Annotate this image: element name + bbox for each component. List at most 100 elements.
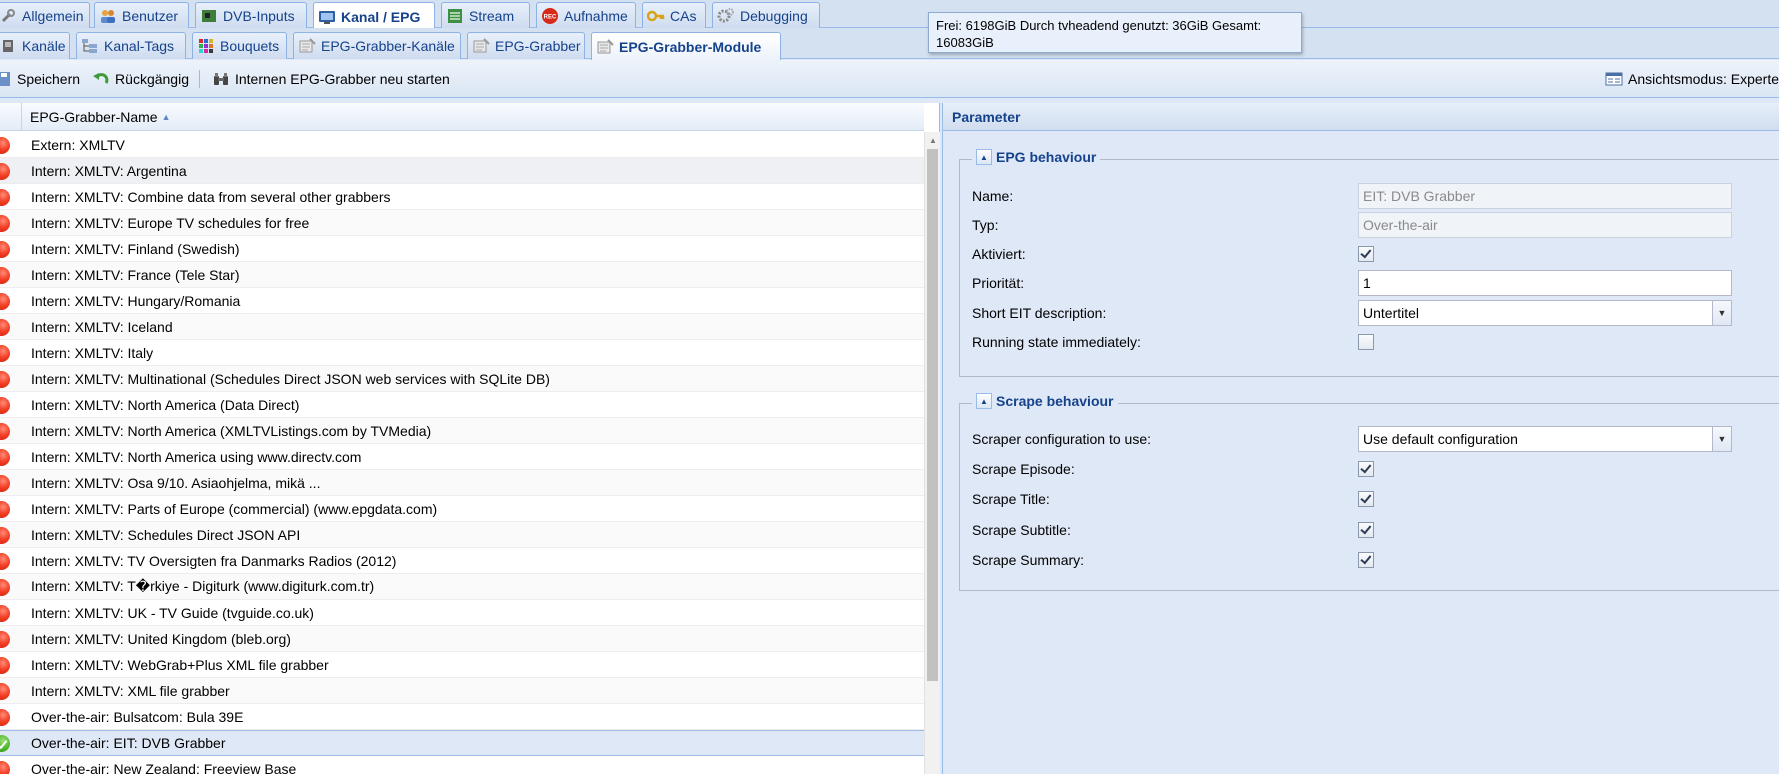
save-icon (0, 70, 12, 88)
table-row[interactable]: Over-the-air: New Zealand: Freeview Base (0, 756, 924, 774)
table-row[interactable]: Intern: XMLTV: North America using www.d… (0, 444, 924, 470)
stream-icon (446, 7, 464, 25)
table-row[interactable]: Intern: XMLTV: Schedules Direct JSON API (0, 522, 924, 548)
view-mode-button[interactable]: Ansichtsmodus: Experte (1605, 66, 1779, 92)
table-row[interactable]: Intern: XMLTV: North America (Data Direc… (0, 392, 924, 418)
scrape-subtitle-checkbox[interactable] (1358, 522, 1374, 538)
table-row[interactable]: Over-the-air: Bulsatcom: Bula 39E (0, 704, 924, 730)
status-cell (0, 210, 22, 236)
status-cell (0, 288, 22, 314)
status-error-icon (0, 396, 10, 414)
tab-stream[interactable]: Stream (441, 2, 530, 28)
type-field[interactable]: Over-the-air (1358, 212, 1732, 238)
status-error-icon (0, 604, 10, 622)
status-error-icon (0, 760, 10, 774)
parameter-panel: Parameter ▲ EPG behaviour Name: EIT: DVB… (942, 103, 1779, 774)
name-field[interactable]: EIT: DVB Grabber (1358, 183, 1732, 209)
tv-icon (318, 8, 336, 26)
tab-epg-grabber-kanaele[interactable]: EPG-Grabber-Kanäle (293, 32, 461, 59)
status-cell (0, 366, 22, 392)
table-row[interactable]: Intern: XMLTV: France (Tele Star) (0, 262, 924, 288)
running-state-checkbox[interactable] (1358, 334, 1374, 350)
chevron-down-icon[interactable]: ▼ (1712, 427, 1731, 451)
table-row[interactable]: Intern: XMLTV: Italy (0, 340, 924, 366)
scrape-summary-checkbox[interactable] (1358, 552, 1374, 568)
tab-label: Bouquets (220, 38, 280, 54)
tab-dvb-inputs[interactable]: DVB-Inputs (195, 2, 307, 28)
grabber-name-cell: Intern: XMLTV: Finland (Swedish) (31, 240, 240, 257)
scraper-config-select[interactable]: Use default configuration ▼ (1358, 426, 1732, 452)
tab-label: EPG-Grabber-Kanäle (321, 38, 455, 54)
tab-allgemein[interactable]: Allgemein (0, 2, 90, 28)
status-error-icon (0, 136, 10, 154)
table-row[interactable]: Intern: XMLTV: T�rkiye - Digiturk (www.d… (0, 574, 924, 600)
tab-cas[interactable]: CAs (642, 2, 706, 28)
grabber-name-cell: Intern: XMLTV: France (Tele Star) (31, 266, 240, 283)
restart-epg-grabber-button[interactable]: Internen EPG-Grabber neu starten (208, 66, 454, 92)
table-row[interactable]: Intern: XMLTV: Hungary/Romania (0, 288, 924, 314)
table-row[interactable]: Intern: XMLTV: Iceland (0, 314, 924, 340)
tab-label: DVB-Inputs (223, 7, 295, 24)
table-row[interactable]: Intern: XMLTV: Finland (Swedish) (0, 236, 924, 262)
tab-debugging[interactable]: Debugging (712, 2, 820, 28)
short-eit-select[interactable]: Untertitel ▼ (1358, 300, 1732, 326)
table-row[interactable]: Intern: XMLTV: Multinational (Schedules … (0, 366, 924, 392)
table-row[interactable]: Intern: XMLTV: Europe TV schedules for f… (0, 210, 924, 236)
grid-body: Extern: XMLTV Intern: XMLTV: Argentina Int… (0, 132, 924, 774)
grid-scrollbar[interactable]: ▲ (924, 132, 940, 774)
undo-icon (92, 70, 110, 88)
table-row[interactable]: Over-the-air: EIT: DVB Grabber (0, 730, 924, 756)
scrape-episode-checkbox[interactable] (1358, 461, 1374, 477)
table-row[interactable]: Intern: XMLTV: North America (XMLTVListi… (0, 418, 924, 444)
chevron-down-icon[interactable]: ▼ (1712, 301, 1731, 325)
scrollbar-thumb[interactable] (927, 149, 938, 681)
priority-field[interactable]: 1 (1358, 270, 1732, 296)
table-row[interactable]: Intern: XMLTV: Parts of Europe (commerci… (0, 496, 924, 522)
tab-aufnahme[interactable]: REC Aufnahme (536, 2, 636, 28)
running-state-row: Running state immediately: (972, 329, 1762, 355)
status-cell (0, 678, 22, 704)
tab-epg-grabber[interactable]: EPG-Grabber (467, 32, 585, 59)
tab-kanaele[interactable]: Kanäle (0, 32, 70, 59)
collapse-icon[interactable]: ▲ (976, 393, 992, 409)
table-row[interactable]: Intern: XMLTV: Combine data from several… (0, 184, 924, 210)
scrape-summary-label: Scrape Summary: (972, 552, 1085, 568)
tab-label: EPG-Grabber (495, 38, 581, 54)
tab-bouquets[interactable]: Bouquets (192, 32, 287, 59)
tab-epg-grabber-module[interactable]: EPG-Grabber-Module (591, 32, 781, 60)
undo-button[interactable]: Rückgängig (88, 66, 193, 92)
tab-kanal-tags[interactable]: Kanal-Tags (76, 32, 186, 59)
table-row[interactable]: Intern: XMLTV: Argentina (0, 158, 924, 184)
status-error-icon (0, 214, 10, 232)
grabber-name-cell: Over-the-air: EIT: DVB Grabber (31, 735, 226, 751)
type-row: Typ: Over-the-air (972, 212, 1762, 238)
collapse-icon[interactable]: ▲ (976, 149, 992, 165)
view-mode-label: Ansichtsmodus: Experte (1628, 71, 1779, 87)
grabber-name-cell: Intern: XMLTV: XML file grabber (31, 682, 230, 699)
status-error-icon (0, 682, 10, 700)
status-error-icon (0, 656, 10, 674)
grabber-name-cell: Over-the-air: New Zealand: Freeview Base (31, 760, 297, 774)
toolbar: Speichern Rückgängig Internen EPG-Grabbe… (0, 60, 1779, 98)
save-button[interactable]: Speichern (0, 66, 84, 92)
table-row[interactable]: Intern: XMLTV: United Kingdom (bleb.org) (0, 626, 924, 652)
table-row[interactable]: Intern: XMLTV: WebGrab+Plus XML file gra… (0, 652, 924, 678)
scroll-up-icon[interactable]: ▲ (925, 132, 941, 148)
status-column-header[interactable] (0, 103, 22, 131)
status-error-icon (0, 318, 10, 336)
enabled-checkbox[interactable] (1358, 246, 1374, 262)
table-row[interactable]: Extern: XMLTV (0, 132, 924, 158)
status-error-icon (0, 474, 10, 492)
tab-label: Aufnahme (564, 7, 628, 24)
scrape-title-checkbox[interactable] (1358, 491, 1374, 507)
column-header-epg-grabber-name[interactable]: EPG-Grabber-Name ▲ (22, 103, 171, 131)
table-row[interactable]: Intern: XMLTV: XML file grabber (0, 678, 924, 704)
grabber-name-cell: Intern: XMLTV: Italy (31, 344, 154, 361)
grabber-name-cell: Intern: XMLTV: United Kingdom (bleb.org) (31, 630, 291, 647)
tab-benutzer[interactable]: Benutzer (94, 2, 189, 28)
table-row[interactable]: Intern: XMLTV: Osa 9/10. Asiaohjelma, mi… (0, 470, 924, 496)
tab-label: Benutzer (122, 7, 179, 24)
table-row[interactable]: Intern: XMLTV: TV Oversigten fra Danmark… (0, 548, 924, 574)
table-row[interactable]: Intern: XMLTV: UK - TV Guide (tvguide.co… (0, 600, 924, 626)
tab-kanal-epg[interactable]: Kanal / EPG (313, 2, 435, 30)
